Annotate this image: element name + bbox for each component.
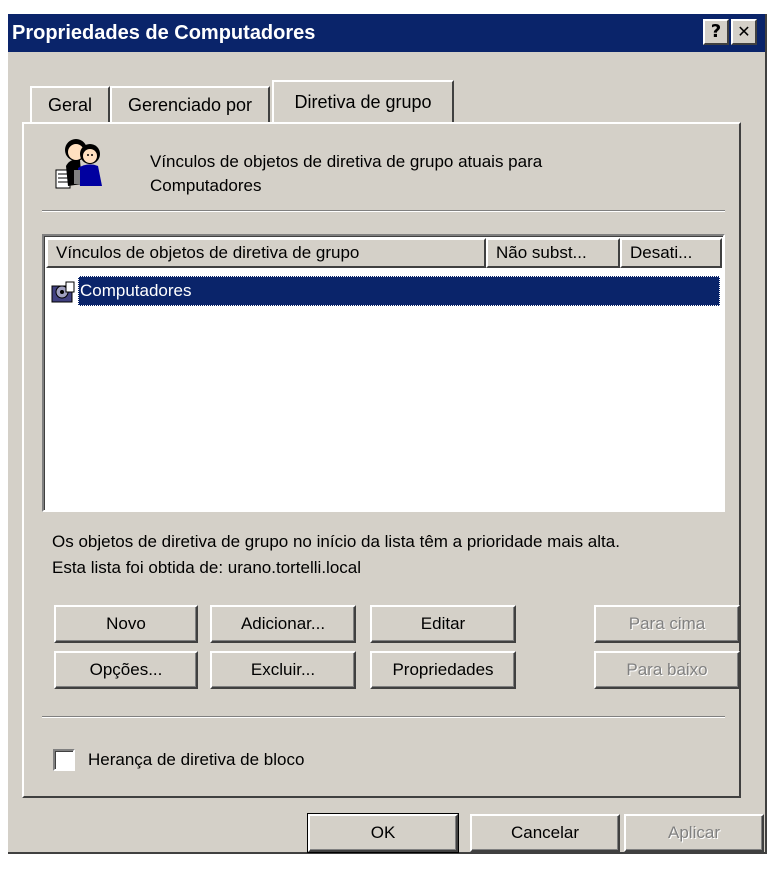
separator-bottom <box>42 716 725 718</box>
list-item-computadores-label: Computadores <box>80 281 192 300</box>
tab-diretiva-de-grupo-label: Diretiva de grupo <box>294 91 432 112</box>
description-line2: Computadores <box>150 176 262 195</box>
tab-geral[interactable]: Geral <box>30 86 110 122</box>
heranca-checkbox-label[interactable]: Herança de diretiva de bloco <box>88 749 304 771</box>
tab-geral-label: Geral <box>47 94 92 115</box>
excluir-button[interactable]: Excluir... <box>210 651 356 689</box>
tab-gerenciado-por-label: Gerenciado por <box>127 94 253 115</box>
ok-button[interactable]: OK <box>307 813 459 853</box>
tab-gerenciado-por[interactable]: Gerenciado por <box>110 86 270 122</box>
column-header-desati[interactable]: Desati... <box>620 238 722 268</box>
help-button[interactable]: ? <box>703 19 729 45</box>
opcoes-button[interactable]: Opções... <box>54 651 198 689</box>
properties-dialog: Propriedades de Computadores ? ✕ Geral G… <box>8 14 767 854</box>
list-item-computadores[interactable]: Computadores <box>78 276 720 306</box>
gpo-icon <box>50 280 76 304</box>
para-cima-button[interactable]: Para cima <box>594 605 740 643</box>
cancelar-button[interactable]: Cancelar <box>470 814 620 852</box>
aplicar-button[interactable]: Aplicar <box>624 814 764 852</box>
info-text-source: Esta lista foi obtida de: urano.tortelli… <box>52 558 362 577</box>
tab-diretiva-de-grupo[interactable]: Diretiva de grupo <box>272 80 454 122</box>
window-title: Propriedades de Computadores <box>12 21 316 44</box>
propriedades-button[interactable]: Propriedades <box>370 651 516 689</box>
column-header-vinculos[interactable]: Vínculos de objetos de diretiva de grupo <box>46 238 486 268</box>
column-header-vinculos-label: Vínculos de objetos de diretiva de grupo <box>56 243 360 262</box>
heranca-checkbox[interactable] <box>53 749 75 771</box>
column-header-nao-subst-label: Não subst... <box>496 243 587 262</box>
close-button[interactable]: ✕ <box>731 19 757 45</box>
novo-button[interactable]: Novo <box>54 605 198 643</box>
editar-button[interactable]: Editar <box>370 605 516 643</box>
description-line1: Vínculos de objetos de diretiva de grupo… <box>150 152 543 171</box>
adicionar-button[interactable]: Adicionar... <box>210 605 356 643</box>
para-baixo-button[interactable]: Para baixo <box>594 651 740 689</box>
column-header-nao-subst[interactable]: Não subst... <box>486 238 620 268</box>
users-group-icon <box>48 136 110 192</box>
title-bar[interactable]: Propriedades de Computadores ? ✕ <box>8 14 765 52</box>
gpo-links-list[interactable]: Vínculos de objetos de diretiva de grupo… <box>42 234 725 512</box>
info-text-priority: Os objetos de diretiva de grupo no iníci… <box>52 532 620 551</box>
separator-top <box>42 210 725 212</box>
column-header-desati-label: Desati... <box>630 243 693 262</box>
